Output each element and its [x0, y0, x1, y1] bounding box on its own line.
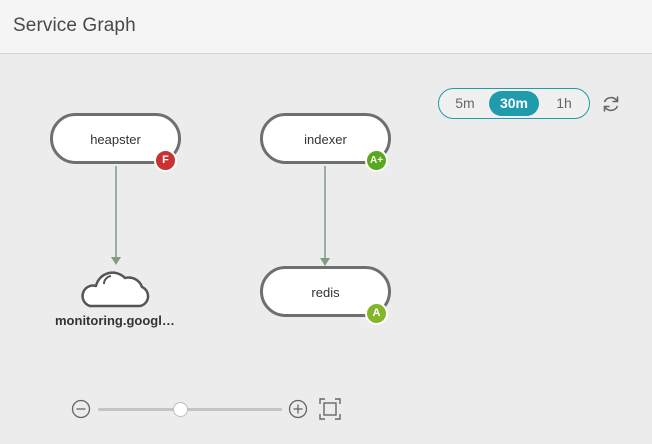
zoom-slider-track[interactable] — [98, 408, 282, 411]
time-option-5m[interactable]: 5m — [449, 91, 481, 116]
edge-indexer-to-redis — [320, 166, 330, 266]
refresh-icon[interactable] — [600, 93, 622, 115]
time-option-30m[interactable]: 30m — [489, 91, 539, 116]
grade-badge-heapster: F — [154, 149, 177, 172]
time-range-toggle[interactable]: 5m 30m 1h — [438, 88, 590, 119]
node-label-indexer: indexer — [304, 132, 347, 147]
cloud-icon — [81, 271, 150, 308]
graph-edges — [111, 166, 330, 266]
node-label-heapster: heapster — [90, 132, 141, 147]
zoom-out-icon[interactable] — [71, 399, 91, 424]
grade-badge-redis: A — [365, 302, 388, 325]
time-option-1h[interactable]: 1h — [547, 91, 581, 116]
node-label-redis: redis — [311, 285, 340, 300]
grade-badge-indexer: A+ — [365, 149, 388, 172]
external-service-node[interactable] — [78, 262, 154, 310]
edge-heapster-to-monitoring — [111, 166, 121, 265]
fit-screen-icon[interactable] — [319, 398, 341, 425]
external-service-label: monitoring.googl… — [55, 313, 175, 328]
zoom-in-icon[interactable] — [288, 399, 308, 424]
